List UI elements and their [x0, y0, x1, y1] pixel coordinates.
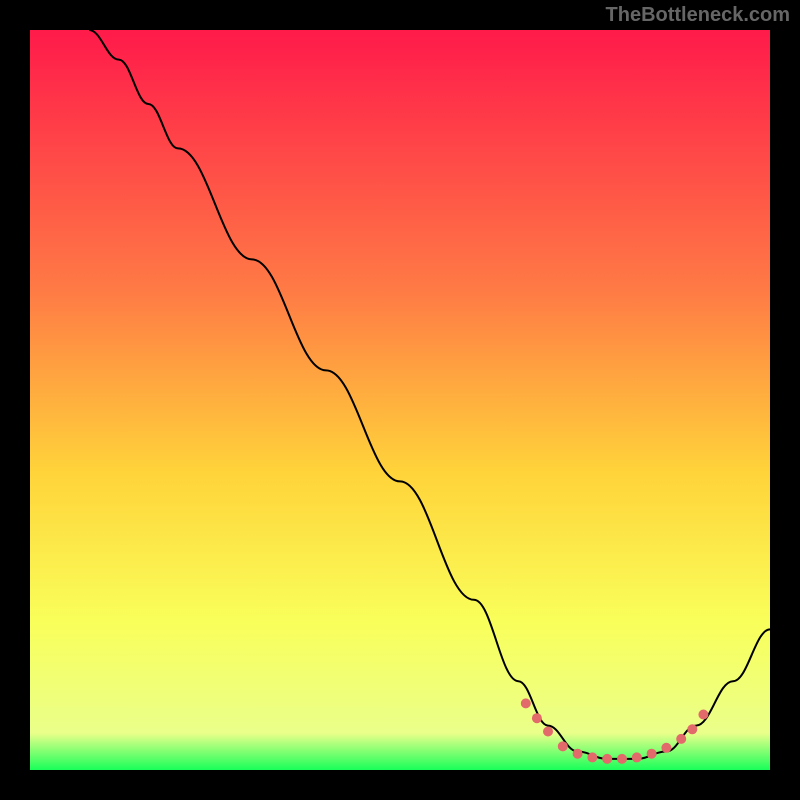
marker-dot — [587, 752, 597, 762]
marker-dot — [632, 752, 642, 762]
marker-dot — [687, 724, 697, 734]
marker-dot — [558, 741, 568, 751]
marker-dot — [532, 713, 542, 723]
marker-dot — [602, 754, 612, 764]
marker-dot — [676, 734, 686, 744]
chart-container: TheBottleneck.com — [0, 0, 800, 800]
marker-dot — [647, 749, 657, 759]
chart-svg — [30, 30, 770, 770]
gradient-background — [30, 30, 770, 770]
marker-dot — [521, 698, 531, 708]
marker-dot — [617, 754, 627, 764]
marker-dot — [698, 710, 708, 720]
marker-dot — [573, 749, 583, 759]
watermark-text: TheBottleneck.com — [606, 4, 790, 27]
marker-dot — [661, 743, 671, 753]
plot-area — [30, 30, 770, 770]
marker-dot — [543, 727, 553, 737]
